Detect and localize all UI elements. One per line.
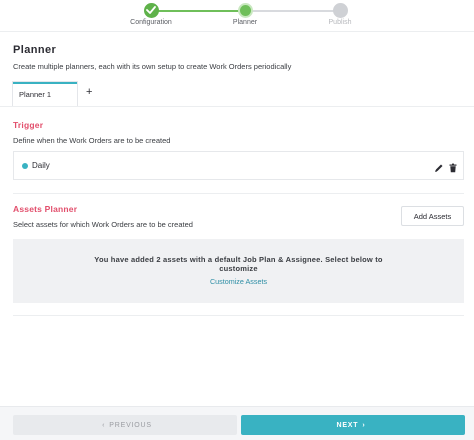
assets-info-panel: You have added 2 assets with a default J…: [13, 239, 464, 303]
customize-assets-link[interactable]: Customize Assets: [13, 277, 464, 286]
chevron-left-icon: ‹: [102, 421, 106, 429]
add-assets-button[interactable]: Add Assets: [401, 206, 464, 226]
pencil-icon[interactable]: [434, 160, 444, 172]
assets-section-title: Assets Planner: [13, 204, 78, 214]
assets-info-message: You have added 2 assets with a default J…: [94, 255, 383, 273]
step-label-configuration: Configuration: [130, 19, 172, 26]
section-divider-bottom: [13, 315, 464, 316]
step-pending-dot: [333, 3, 348, 18]
trigger-item-label: Daily: [32, 161, 50, 170]
next-button[interactable]: NEXT ›: [241, 415, 465, 435]
trigger-card: Daily: [13, 151, 464, 180]
page-title: Planner: [13, 44, 57, 56]
step-current-dot: [238, 3, 253, 18]
assets-section-description: Select assets for which Work Orders are …: [13, 220, 193, 229]
trash-icon[interactable]: [448, 160, 458, 173]
footer-bar: ‹ PREVIOUS NEXT ›: [0, 406, 474, 440]
tab-divider: [0, 106, 474, 107]
trigger-section-title: Trigger: [13, 120, 44, 130]
add-planner-tab-button[interactable]: +: [86, 86, 92, 98]
trigger-status-dot: [22, 163, 28, 169]
step-label-planner: Planner: [232, 19, 258, 26]
trigger-section-description: Define when the Work Orders are to be cr…: [13, 136, 171, 145]
section-divider: [13, 193, 464, 194]
tab-planner-1[interactable]: Planner 1: [13, 82, 77, 106]
step-label-publish: Publish: [328, 19, 352, 26]
chevron-right-icon: ›: [362, 421, 366, 429]
next-button-label: NEXT: [336, 421, 359, 429]
progress-stepper: Configuration Planner Publish: [0, 0, 474, 32]
stepper-line-complete: [151, 10, 245, 12]
step-complete-check-icon: [144, 3, 159, 18]
previous-button-label: PREVIOUS: [109, 421, 152, 429]
stepper-line-pending: [245, 10, 341, 12]
previous-button[interactable]: ‹ PREVIOUS: [13, 415, 237, 435]
page-description: Create multiple planners, each with its …: [13, 62, 292, 71]
